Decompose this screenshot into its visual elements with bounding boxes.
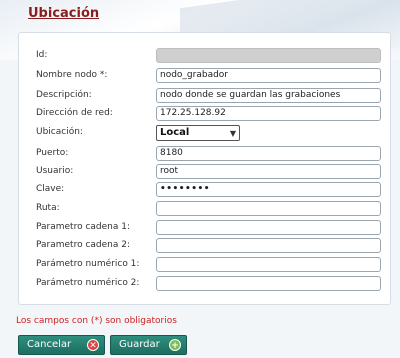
row-param-cadena-2: Parametro cadena 2: bbox=[36, 238, 382, 256]
row-nombre-nodo: Nombre nodo *: nodo_grabador bbox=[36, 68, 382, 86]
save-button-label: Guardar bbox=[119, 339, 160, 350]
ruta-input[interactable] bbox=[156, 201, 381, 216]
row-id: Id: bbox=[36, 48, 382, 66]
row-usuario: Usuario: root bbox=[36, 164, 382, 182]
row-direccion-red: Dirección de red: 172.25.128.92 bbox=[36, 106, 382, 124]
ubicacion-label: Ubicación: bbox=[36, 127, 83, 137]
nombre-nodo-label: Nombre nodo *: bbox=[36, 70, 108, 80]
row-ubicacion: Ubicación: Local ▼ bbox=[36, 125, 382, 143]
cancel-button[interactable]: Cancelar ✕ bbox=[18, 335, 105, 355]
puerto-label: Puerto: bbox=[36, 148, 69, 158]
id-field bbox=[156, 48, 381, 63]
param-numerico-1-label: Parámetro numérico 1: bbox=[36, 259, 140, 269]
ruta-label: Ruta: bbox=[36, 203, 60, 213]
save-button[interactable]: Guardar + bbox=[110, 335, 187, 355]
required-fields-note: Los campos con (*) son obligatorios bbox=[16, 316, 177, 326]
row-ruta: Ruta: bbox=[36, 201, 382, 219]
param-numerico-2-input[interactable] bbox=[156, 276, 381, 291]
id-label: Id: bbox=[36, 50, 48, 60]
row-descripcion: Descripción: nodo donde se guardan las g… bbox=[36, 88, 382, 106]
descripcion-label: Descripción: bbox=[36, 90, 92, 100]
row-clave: Clave: •••••••• bbox=[36, 182, 382, 200]
param-numerico-2-label: Parámetro numérico 2: bbox=[36, 278, 140, 288]
cancel-button-label: Cancelar bbox=[27, 339, 72, 350]
param-cadena-1-label: Parametro cadena 1: bbox=[36, 222, 131, 232]
direccion-red-label: Dirección de red: bbox=[36, 108, 113, 118]
row-param-numerico-1: Parámetro numérico 1: bbox=[36, 257, 382, 275]
plus-icon: + bbox=[169, 339, 181, 351]
nombre-nodo-input[interactable]: nodo_grabador bbox=[156, 68, 381, 83]
page-title: Ubicación bbox=[28, 6, 100, 21]
ubicacion-selected-value: Local bbox=[160, 127, 190, 138]
row-param-numerico-2: Parámetro numérico 2: bbox=[36, 276, 382, 294]
param-numerico-1-input[interactable] bbox=[156, 257, 381, 272]
param-cadena-2-input[interactable] bbox=[156, 238, 381, 253]
close-icon: ✕ bbox=[87, 339, 99, 351]
puerto-input[interactable]: 8180 bbox=[156, 146, 381, 161]
usuario-label: Usuario: bbox=[36, 166, 74, 176]
row-puerto: Puerto: 8180 bbox=[36, 146, 382, 164]
param-cadena-1-input[interactable] bbox=[156, 220, 381, 235]
chevron-down-icon: ▼ bbox=[229, 129, 236, 138]
param-cadena-2-label: Parametro cadena 2: bbox=[36, 240, 131, 250]
usuario-input[interactable]: root bbox=[156, 164, 381, 179]
ubicacion-select[interactable]: Local ▼ bbox=[156, 125, 240, 141]
clave-input[interactable]: •••••••• bbox=[156, 182, 381, 197]
row-param-cadena-1: Parametro cadena 1: bbox=[36, 220, 382, 238]
descripcion-input[interactable]: nodo donde se guardan las grabaciones bbox=[156, 88, 381, 103]
direccion-red-input[interactable]: 172.25.128.92 bbox=[156, 106, 381, 121]
clave-label: Clave: bbox=[36, 184, 65, 194]
